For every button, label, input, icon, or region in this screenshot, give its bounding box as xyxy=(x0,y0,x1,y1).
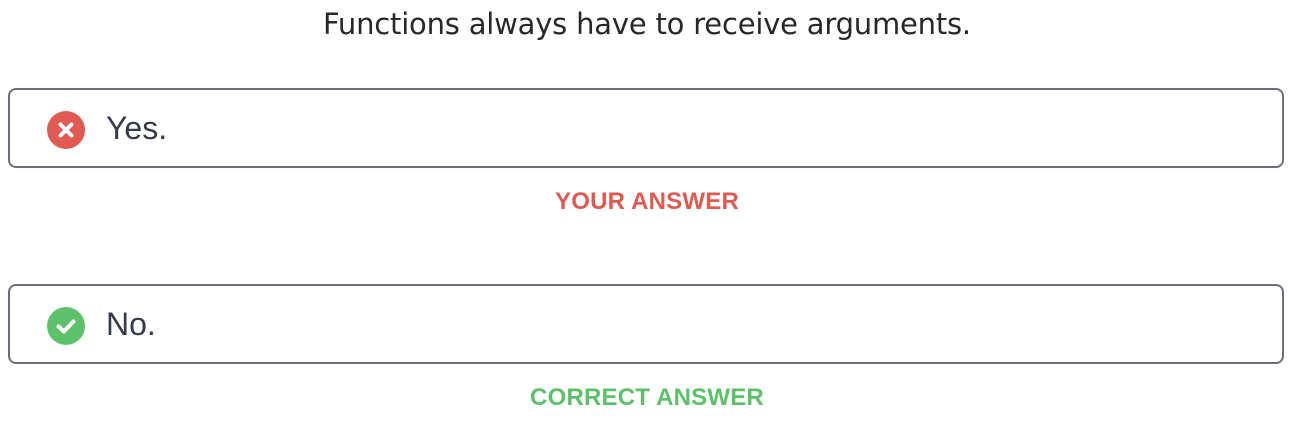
question-text: Functions always have to receive argumen… xyxy=(323,7,971,41)
check-circle-icon xyxy=(47,307,85,345)
answer-option-no[interactable]: No. xyxy=(8,284,1284,364)
x-circle-icon xyxy=(47,111,85,149)
your-answer-label: YOUR ANSWER xyxy=(555,188,739,215)
correct-answer-label: CORRECT ANSWER xyxy=(530,384,764,411)
answer-option-label: Yes. xyxy=(106,110,168,146)
answer-option-yes[interactable]: Yes. xyxy=(8,88,1284,168)
answer-option-label: No. xyxy=(106,306,156,342)
